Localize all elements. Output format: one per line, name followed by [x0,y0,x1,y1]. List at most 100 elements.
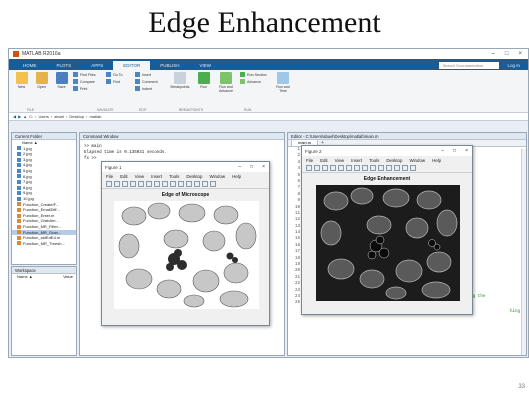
advance-button[interactable]: Advance [240,79,270,84]
print-button[interactable]: Print [73,86,103,91]
path-separator: › [66,114,68,119]
breakpoints-button[interactable]: Breakpoints [168,72,192,110]
workspace-col-value[interactable]: Value [63,274,73,280]
comment-button[interactable]: Comment [135,79,165,84]
menu-file[interactable]: File [106,174,113,179]
tab-apps[interactable]: APPS [81,61,113,70]
workspace-col-name[interactable]: Name ▲ [17,274,33,280]
legend-icon[interactable] [202,181,208,187]
menu-edit[interactable]: Edit [320,158,328,163]
open-file-icon[interactable] [314,165,320,171]
close-button[interactable]: × [518,51,522,57]
address-bar[interactable]: ◀ ▶ ▲ C: › Users › abuel › Desktop › matlab [9,113,528,121]
menu-desktop[interactable]: Desktop [186,174,202,179]
up-folder-icon[interactable]: ▲ [23,114,27,119]
path-segment[interactable]: Users [38,114,48,119]
colorbar-icon[interactable] [394,165,400,171]
menu-file[interactable]: File [306,158,313,163]
figure-2-maximize[interactable]: □ [453,148,456,154]
run-icon [197,72,210,84]
tab-publish[interactable]: PUBLISH [150,61,189,70]
tab-editor[interactable]: EDITOR [113,61,151,70]
editor-scrollbar[interactable] [521,149,526,355]
minimize-button[interactable]: – [492,51,495,57]
menu-window[interactable]: Window [409,158,425,163]
path-segment[interactable]: Desktop [69,114,84,119]
menu-view[interactable]: View [335,158,344,163]
brush-icon[interactable] [186,181,192,187]
menu-view[interactable]: View [135,174,144,179]
insert-button[interactable]: Insert [135,72,165,77]
menu-help[interactable]: Help [432,158,441,163]
figure-1-minimize[interactable]: – [238,164,241,170]
section-label-edit: EDIT [139,108,147,112]
tab-plots[interactable]: PLOTS [47,61,82,70]
menu-insert[interactable]: Insert [151,174,162,179]
tab-home[interactable]: HOME [13,61,47,70]
print-figure-icon[interactable] [330,165,336,171]
rotate-icon[interactable] [170,181,176,187]
login-link[interactable]: Log In [499,61,528,70]
zoom-out-icon[interactable] [154,181,160,187]
menu-window[interactable]: Window [209,174,225,179]
pointer-icon[interactable] [138,181,144,187]
image-file-icon [17,168,21,173]
breakpoints-icon [174,72,186,84]
forward-arrow-icon[interactable]: ▶ [18,114,21,119]
new-button[interactable]: New [13,72,30,110]
zoom-in-icon[interactable] [346,165,352,171]
menu-tools[interactable]: Tools [369,158,379,163]
figure-1-maximize[interactable]: □ [250,164,253,170]
menu-desktop[interactable]: Desktop [386,158,402,163]
figure-2-minimize[interactable]: – [441,148,444,154]
path-segment[interactable]: abuel [54,114,64,119]
colorbar-icon[interactable] [194,181,200,187]
pan-icon[interactable] [362,165,368,171]
data-cursor-icon[interactable] [178,181,184,187]
find-files-button[interactable]: Find Files [73,72,103,77]
zoom-out-icon[interactable] [354,165,360,171]
menu-insert[interactable]: Insert [351,158,362,163]
hide-tools-icon[interactable] [410,165,416,171]
compare-button[interactable]: Compare [73,79,103,84]
print-figure-icon[interactable] [130,181,136,187]
run-section-button[interactable]: Run Section [240,72,270,77]
open-button[interactable]: Open [33,72,50,110]
figure-1-window[interactable]: Figure 1 – □ × File Edit View Insert Tools… [101,161,270,326]
back-arrow-icon[interactable]: ◀ [13,114,16,119]
figure-1-close[interactable]: × [262,164,265,170]
indent-button[interactable]: Indent [135,86,165,91]
save-figure-icon[interactable] [322,165,328,171]
figure-2-close[interactable]: × [465,148,468,154]
hide-tools-icon[interactable] [210,181,216,187]
go-to-button[interactable]: Go To [106,72,132,77]
run-and-advance-button[interactable]: Run and Advance [215,72,237,110]
search-documentation-input[interactable]: Search Documentation [439,62,500,69]
pan-icon[interactable] [162,181,168,187]
save-figure-icon[interactable] [122,181,128,187]
zoom-in-icon[interactable] [146,181,152,187]
path-separator: › [35,114,37,119]
path-segment[interactable]: C: [29,114,33,119]
menu-help[interactable]: Help [232,174,241,179]
brush-icon[interactable] [386,165,392,171]
maximize-button[interactable]: □ [505,51,509,57]
find-button[interactable]: Find [106,79,132,84]
rotate-icon[interactable] [370,165,376,171]
pointer-icon[interactable] [338,165,344,171]
run-button[interactable]: Run [195,72,212,110]
file-list-item[interactable]: Function_MR_Thresh... [12,241,76,247]
save-button[interactable]: Save [53,72,70,110]
menu-tools[interactable]: Tools [169,174,179,179]
legend-icon[interactable] [402,165,408,171]
open-file-icon[interactable] [114,181,120,187]
new-figure-icon[interactable] [306,165,312,171]
tab-view[interactable]: VIEW [189,61,221,70]
new-figure-icon[interactable] [106,181,112,187]
run-and-time-button[interactable]: Run and Time [273,72,293,110]
figure-2-window[interactable]: Figure 2 – □ × File Edit View Insert Tools… [301,145,473,315]
menu-edit[interactable]: Edit [120,174,128,179]
path-segment[interactable]: matlab [89,114,101,119]
data-cursor-icon[interactable] [378,165,384,171]
figure-2-titlebar: Figure 2 – □ × [302,146,472,156]
